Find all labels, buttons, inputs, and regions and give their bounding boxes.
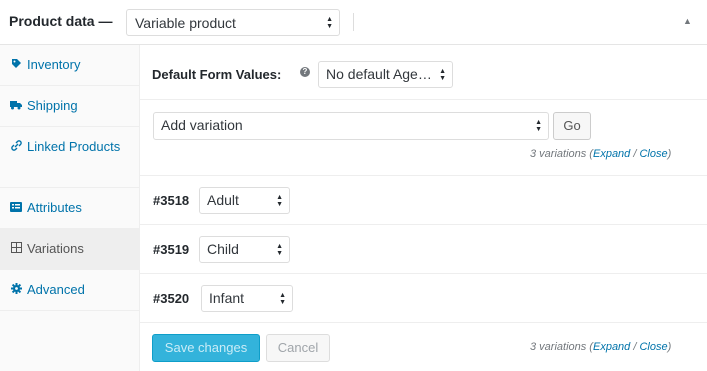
list-icon <box>9 199 23 219</box>
add-variation-value: Add variation <box>161 117 243 133</box>
variation-id: #3518 <box>153 193 190 208</box>
tab-advanced[interactable]: Advanced <box>0 270 139 311</box>
variations-count-top: 3 variations (Expand / Close) <box>530 148 671 160</box>
variation-age-select[interactable]: Child ▲ ▼ <box>199 236 290 263</box>
save-changes-button[interactable]: Save changes <box>152 334 260 362</box>
product-data-header: Product data — Variable product ▲ ▼ ▲ <box>0 0 707 45</box>
tab-label: Variations <box>27 241 84 256</box>
variation-row: #3518 Adult ▲ ▼ <box>140 176 707 225</box>
variations-count-text: 3 variations ( <box>530 341 593 353</box>
variations-count-text: 3 variations ( <box>530 148 593 160</box>
select-arrows-icon: ▲ ▼ <box>326 15 333 30</box>
tag-icon <box>9 56 23 76</box>
add-variation-row: Add variation ▲ ▼ Go 3 variations (Expand… <box>140 100 707 176</box>
default-age-value: No default Age… <box>326 66 432 82</box>
cancel-button[interactable]: Cancel <box>266 334 330 362</box>
default-form-values-row: Default Form Values: ? No default Age… ▲… <box>140 45 707 100</box>
collapse-toggle-icon[interactable]: ▲ <box>683 16 692 26</box>
select-arrows-icon: ▲ ▼ <box>279 291 286 306</box>
help-icon[interactable]: ? <box>300 67 310 77</box>
product-data-title: Product data — <box>9 13 113 29</box>
variation-row: #3520 Infant ▲ ▼ <box>140 274 707 323</box>
variation-id: #3520 <box>153 291 190 306</box>
gear-icon <box>9 281 23 301</box>
tab-variations[interactable]: Variations <box>0 229 139 270</box>
product-data-tabs: Inventory Shipping Linked Products Attri… <box>0 45 140 371</box>
default-form-values-label: Default Form Values: <box>152 67 282 82</box>
variation-age-select[interactable]: Infant ▲ ▼ <box>201 285 293 312</box>
add-variation-select[interactable]: Add variation ▲ ▼ <box>153 112 549 140</box>
close-link[interactable]: Close <box>639 148 667 160</box>
tab-label: Linked Products <box>27 139 121 154</box>
tab-label: Shipping <box>27 98 78 113</box>
variation-id: #3519 <box>153 242 190 257</box>
tab-shipping[interactable]: Shipping <box>0 86 139 127</box>
header-divider <box>353 13 354 31</box>
variation-age-value: Adult <box>207 192 239 208</box>
tab-attributes[interactable]: Attributes <box>0 188 139 229</box>
link-icon <box>9 138 23 158</box>
tab-linked-products[interactable]: Linked Products <box>0 127 139 188</box>
expand-link[interactable]: Expand <box>593 148 630 160</box>
meta-end: ) <box>667 148 672 160</box>
expand-link[interactable]: Expand <box>593 341 630 353</box>
variation-age-value: Child <box>207 241 239 257</box>
tab-inventory[interactable]: Inventory <box>0 45 139 86</box>
variations-panel: Default Form Values: ? No default Age… ▲… <box>140 45 707 371</box>
default-age-select[interactable]: No default Age… ▲ ▼ <box>318 61 453 88</box>
variation-row: #3519 Child ▲ ▼ <box>140 225 707 274</box>
variation-age-value: Infant <box>209 290 245 306</box>
product-type-select[interactable]: Variable product ▲ ▼ <box>126 9 340 36</box>
tab-label: Inventory <box>27 57 81 72</box>
select-arrows-icon: ▲ ▼ <box>276 242 283 257</box>
grid-icon <box>9 240 23 260</box>
product-type-value: Variable product <box>135 15 236 31</box>
variations-count-bottom: 3 variations (Expand / Close) <box>530 341 671 353</box>
truck-icon <box>9 97 23 117</box>
close-link[interactable]: Close <box>639 341 667 353</box>
variation-age-select[interactable]: Adult ▲ ▼ <box>199 187 290 214</box>
select-arrows-icon: ▲ ▼ <box>535 119 542 133</box>
select-arrows-icon: ▲ ▼ <box>439 67 446 82</box>
meta-end: ) <box>667 341 672 353</box>
go-button[interactable]: Go <box>553 112 591 140</box>
select-arrows-icon: ▲ ▼ <box>276 193 283 208</box>
tab-label: Attributes <box>27 200 82 215</box>
tab-label: Advanced <box>27 282 85 297</box>
